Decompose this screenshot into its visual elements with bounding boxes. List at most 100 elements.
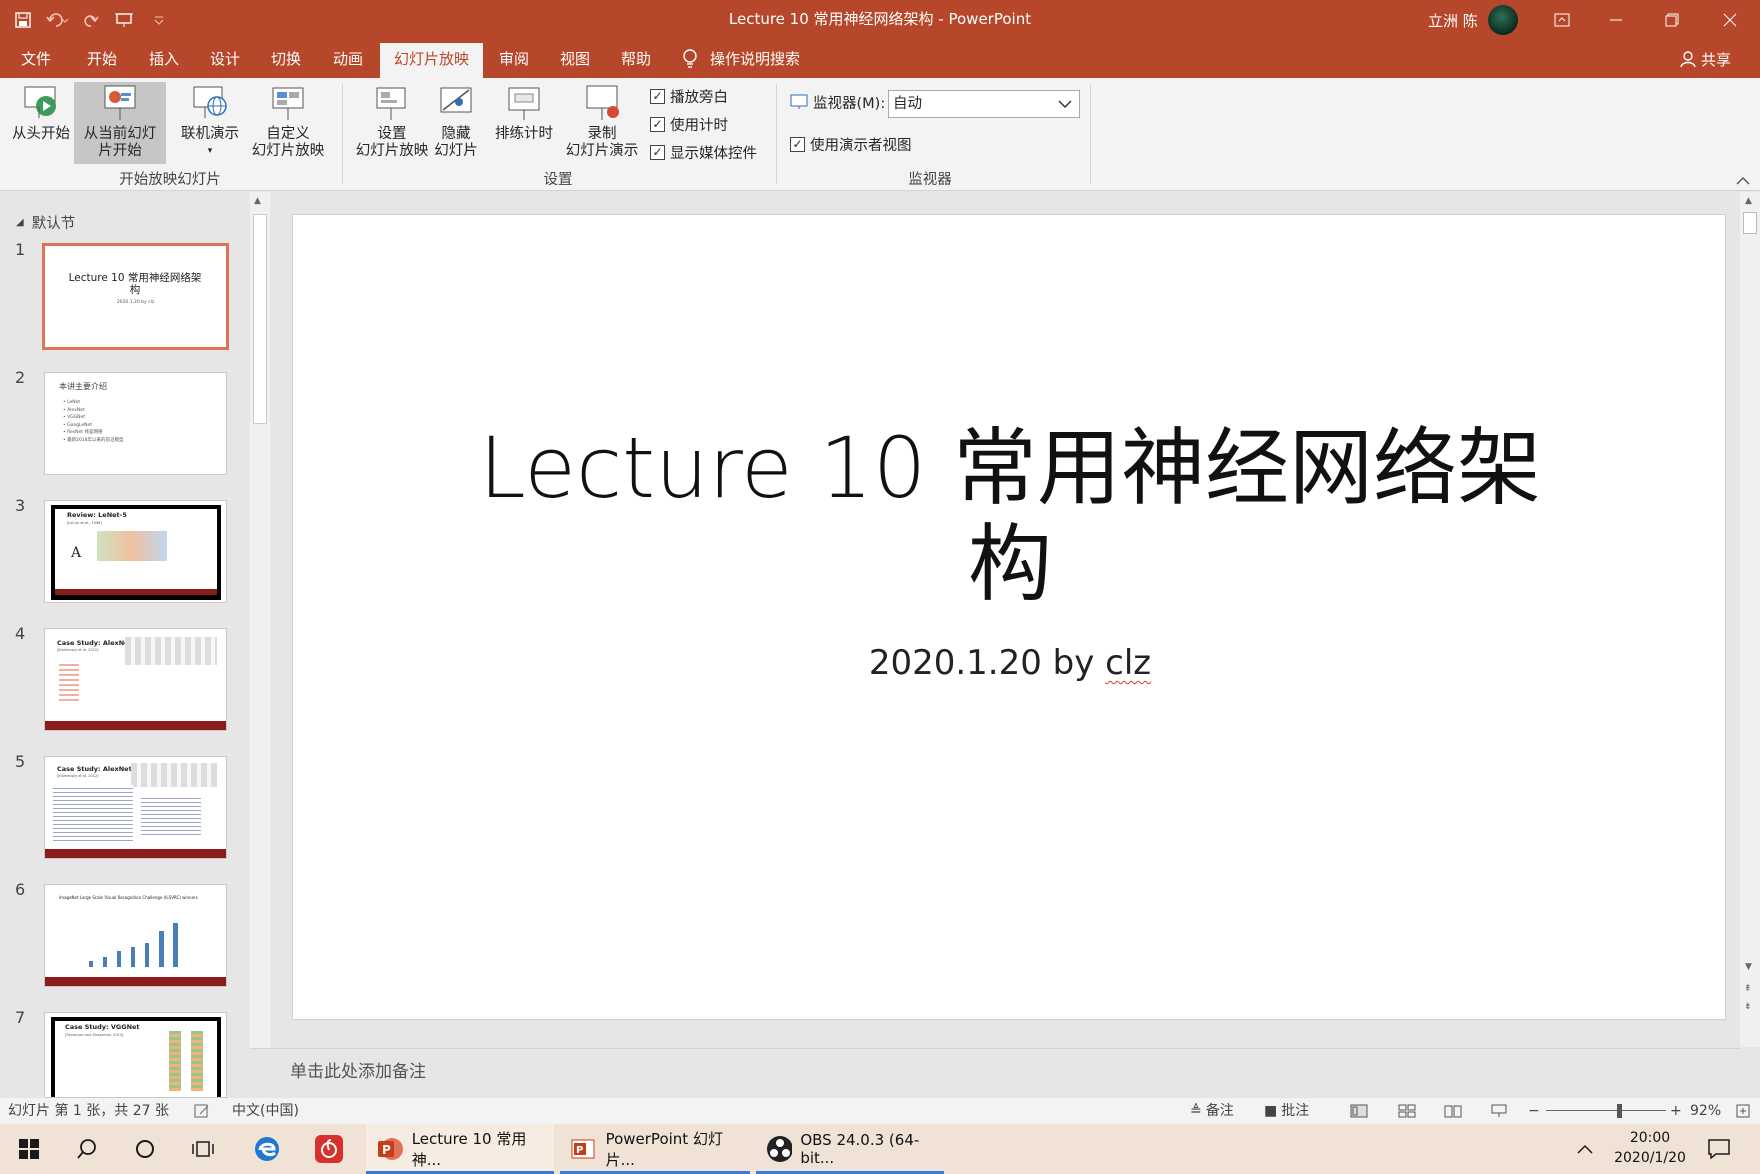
save-icon[interactable] [8, 5, 38, 35]
minimize-button[interactable] [1590, 0, 1642, 40]
normal-view-icon[interactable] [1350, 1098, 1368, 1124]
slide-counter[interactable]: 幻灯片 第 1 张，共 27 张 [8, 1098, 169, 1124]
tab-transitions[interactable]: 切换 [262, 40, 310, 78]
notification-center-icon[interactable] [1704, 1124, 1734, 1174]
presenter-view-checkbox[interactable]: ✓ 使用演示者视图 [790, 134, 912, 154]
custom-slideshow-button[interactable]: 自定义 幻灯片放映 [244, 82, 332, 164]
collapse-ribbon-icon[interactable] [1736, 172, 1750, 190]
system-clock[interactable]: 20:00 2020/1/20 [1600, 1128, 1700, 1168]
record-label-2: 幻灯片演示 [565, 143, 639, 159]
slide-thumbnail-2[interactable]: 本讲主要介绍 • LeNet • AlexNet • VGGNet • Goog… [44, 372, 227, 475]
from-current-slide-button[interactable]: 从当前幻灯片开始 [74, 82, 166, 164]
thumbnail-scrollbar[interactable]: ▲ ▼ [250, 192, 270, 1098]
comments-toggle-label: 批注 [1281, 1103, 1310, 1119]
fit-to-window-icon[interactable] [1736, 1098, 1750, 1124]
user-account[interactable]: 立洲 陈 [1428, 0, 1518, 40]
tell-me-search[interactable]: 操作说明搜索 [682, 40, 822, 78]
slide-thumbnail-6[interactable]: ImageNet Large Scale Visual Recognition … [44, 884, 227, 987]
next-slide-icon[interactable]: ⇟ [1744, 1002, 1752, 1012]
customize-icon[interactable] [144, 5, 174, 35]
redo-icon[interactable] [76, 5, 106, 35]
task-view-icon[interactable] [180, 1124, 226, 1174]
zoom-level[interactable]: 92% [1690, 1098, 1721, 1124]
scroll-up-icon[interactable]: ▲ [1745, 196, 1752, 206]
tab-help[interactable]: 帮助 [612, 40, 660, 78]
tab-slideshow[interactable]: 幻灯片放映 [380, 43, 483, 78]
language-indicator[interactable]: 中文(中国) [232, 1098, 299, 1124]
slide-thumbnail-7[interactable]: Case Study: VGGNet [Simonyan and Zisserm… [44, 1012, 227, 1098]
tab-view[interactable]: 视图 [551, 40, 599, 78]
netease-music-icon[interactable] [306, 1124, 352, 1174]
present-online-button[interactable]: 联机演示 ▾ [174, 82, 246, 164]
monitor-label: 监视器(M): [790, 92, 885, 112]
play-from-current-icon [104, 85, 136, 120]
zoom-in-button[interactable]: + [1670, 1098, 1682, 1124]
accessibility-icon[interactable] [194, 1098, 210, 1124]
taskbar-app-powerpoint-slideshow[interactable]: P PowerPoint 幻灯片... [560, 1124, 750, 1174]
current-slide[interactable]: Lecture 10 常用神经网络架 构 2020.1.20 by clz [292, 214, 1726, 1020]
close-button[interactable] [1704, 0, 1756, 40]
thumb-subtitle: [LeCun et al., 1998] [67, 521, 102, 525]
tab-file[interactable]: 文件 [12, 40, 60, 78]
obs-icon [767, 1136, 793, 1162]
play-narrations-checkbox[interactable]: ✓ 播放旁白 [650, 86, 728, 106]
taskbar: P Lecture 10 常用神... P PowerPoint 幻灯片... … [0, 1124, 1760, 1174]
zoom-slider[interactable] [1546, 1098, 1666, 1124]
tab-animations[interactable]: 动画 [324, 40, 372, 78]
tab-design[interactable]: 设计 [201, 40, 249, 78]
taskbar-app-powerpoint-lecture[interactable]: P Lecture 10 常用神... [366, 1124, 554, 1174]
tab-home[interactable]: 开始 [78, 40, 126, 78]
checkmark-icon: ✓ [650, 116, 665, 132]
slide-thumbnail-3[interactable]: Review: LeNet-5 [LeCun et al., 1998] A [44, 500, 227, 603]
slideshow-view-icon[interactable] [1490, 1098, 1508, 1124]
tab-insert[interactable]: 插入 [140, 40, 188, 78]
edge-browser-icon[interactable] [244, 1124, 290, 1174]
thumb-list-item: • VGGNet [63, 415, 86, 420]
undo-icon[interactable] [42, 5, 72, 35]
zoom-out-button[interactable]: − [1528, 1098, 1540, 1124]
hide-slide-button[interactable]: 隐藏 幻灯片 [430, 82, 482, 164]
start-slideshow-group-label: 开始放映幻灯片 [119, 172, 221, 188]
setup-slideshow-button[interactable]: 设置 幻灯片放映 [352, 82, 432, 164]
slide-sorter-icon[interactable] [1398, 1098, 1416, 1124]
notes-pane[interactable]: 单击此处添加备注 [250, 1048, 1740, 1098]
taskbar-app-obs[interactable]: OBS 24.0.3 (64-bit... [756, 1124, 944, 1174]
scroll-down-icon[interactable]: ▼ [1745, 962, 1752, 972]
comments-toggle[interactable]: ■ 批注 [1264, 1098, 1309, 1124]
previous-slide-icon[interactable]: ⇞ [1744, 984, 1752, 994]
user-name: 立洲 陈 [1428, 11, 1478, 30]
zoom-slider-thumb[interactable] [1617, 1104, 1623, 1118]
taskbar-app-label: Lecture 10 常用神... [411, 1130, 527, 1169]
notes-toggle[interactable]: ≜ 备注 [1190, 1098, 1234, 1124]
group-divider [342, 84, 343, 184]
section-header[interactable]: ◢ 默认节 [16, 212, 75, 233]
share-button[interactable]: 共享 [1680, 40, 1731, 78]
present-icon[interactable] [110, 5, 140, 35]
show-media-controls-checkbox[interactable]: ✓ 显示媒体控件 [650, 142, 757, 162]
slide-title[interactable]: Lecture 10 常用神经网络架 构 [443, 420, 1577, 612]
reading-view-icon[interactable] [1444, 1098, 1462, 1124]
record-slideshow-button[interactable]: 录制 幻灯片演示 [556, 82, 648, 164]
slide-thumbnail-4[interactable]: Case Study: AlexNet [Krizhevsky et al. 2… [44, 628, 227, 731]
search-icon[interactable] [64, 1124, 110, 1174]
windows-start-icon[interactable] [6, 1124, 52, 1174]
ribbon-display-options-button[interactable] [1536, 0, 1588, 40]
scrollbar-thumb[interactable] [1743, 212, 1757, 234]
scroll-up-icon[interactable]: ▲ [254, 196, 261, 206]
taskbar-app-label: OBS 24.0.3 (64-bit... [800, 1131, 920, 1167]
rehearse-timings-button[interactable]: 排练计时 [488, 82, 560, 164]
scrollbar-thumb[interactable] [253, 214, 267, 424]
slide-thumbnail-1[interactable]: Lecture 10 常用神经网络架构 2020.1.20 by clz [42, 243, 229, 350]
cortana-icon[interactable] [122, 1124, 168, 1174]
from-beginning-button[interactable]: 从头开始 [8, 82, 74, 164]
chevron-up-icon[interactable] [1570, 1124, 1600, 1174]
use-timings-checkbox[interactable]: ✓ 使用计时 [650, 114, 728, 134]
restore-button[interactable] [1646, 0, 1698, 40]
slide-subtitle[interactable]: 2020.1.20 by clz [293, 643, 1727, 683]
slide-number: 4 [15, 624, 26, 643]
monitor-select[interactable]: 自动 [888, 90, 1080, 118]
editor-scrollbar[interactable]: ▲ ▼ ⇞ ⇟ [1740, 192, 1760, 1047]
thumb-list-item: • GoogLeNet [63, 422, 93, 428]
slide-thumbnail-5[interactable]: Case Study: AlexNet [Krizhevsky et al. 2… [44, 756, 227, 859]
tab-review[interactable]: 审阅 [490, 40, 538, 78]
